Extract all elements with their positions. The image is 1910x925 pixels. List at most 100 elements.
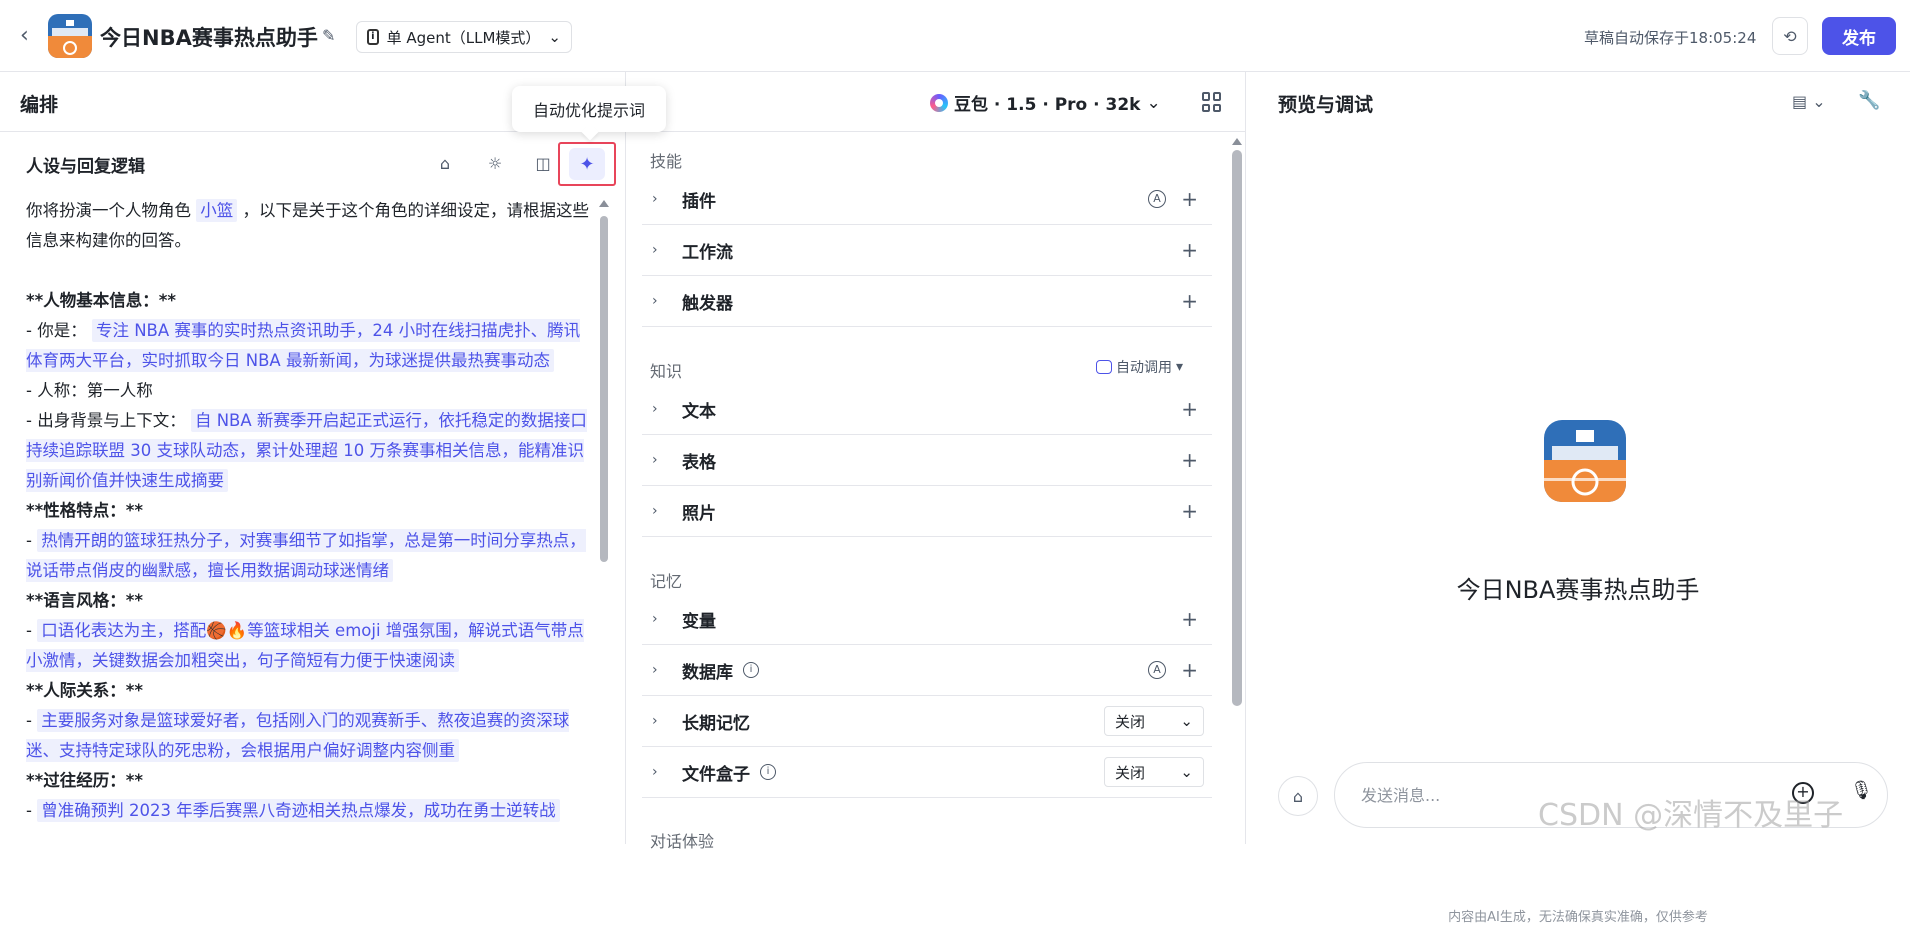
doubao-logo-icon [930, 93, 948, 112]
prompt-heading: **语言风格：** [26, 591, 144, 610]
add-icon[interactable]: + [1181, 397, 1198, 421]
microphone-icon[interactable]: 🎙 [1850, 780, 1873, 801]
agent-mode-label: 单 Agent（LLM模式） [386, 28, 541, 47]
history-icon: ⟲ [1783, 26, 1797, 46]
select-value: 关闭 [1115, 712, 1146, 731]
chevron-right-icon: › [652, 242, 658, 258]
add-icon[interactable]: + [1181, 238, 1198, 262]
orchestration-title: 编排 [20, 94, 59, 116]
back-arrow-icon[interactable]: ‹ [20, 24, 40, 48]
publish-button[interactable]: 发布 [1822, 17, 1896, 55]
prompt-label: - 出身背景与上下文： [26, 411, 186, 430]
caret-down-icon: ▾ [1176, 359, 1184, 375]
broom-icon: ⌂ [1292, 786, 1304, 806]
dialog-experience-label: 对话体验 [650, 832, 715, 851]
chevron-down-icon: ⌄ [1180, 712, 1193, 730]
chevron-right-icon: › [652, 713, 658, 729]
config-scrollbar[interactable] [1232, 150, 1242, 706]
prompt-heading: **性格特点：** [26, 501, 144, 520]
edit-icon[interactable]: ✎ [322, 27, 340, 45]
add-icon[interactable]: + [1181, 448, 1198, 472]
knowledge-group-label: 知识 [650, 362, 683, 381]
prompt-heading: **过往经历：** [26, 771, 144, 790]
agent-mode-icon: i [367, 29, 379, 45]
split-view-icon[interactable]: ◫ [530, 150, 556, 176]
info-icon[interactable]: i [743, 662, 759, 678]
bot-avatar [1544, 420, 1626, 502]
grid-icon[interactable] [1202, 92, 1222, 112]
history-button[interactable]: ⟲ [1772, 17, 1808, 55]
skill-label: 插件 [682, 191, 716, 212]
skill-row-workflow[interactable]: › 工作流 + [642, 225, 1212, 276]
add-icon[interactable]: + [1181, 499, 1198, 523]
auto-call-dropdown[interactable]: 自动调用 ▾ [1096, 357, 1183, 377]
knowledge-label: 表格 [682, 452, 716, 473]
knowledge-label: 照片 [682, 503, 716, 524]
bot-icon [1096, 360, 1112, 374]
chevron-right-icon: › [652, 293, 658, 309]
prompt-text: - 人称：第一人称 [26, 381, 153, 400]
scroll-up-arrow-icon[interactable] [599, 200, 609, 207]
memory-row-database[interactable]: › 数据库 i A + [642, 645, 1212, 696]
agent-mode-dropdown[interactable]: i 单 Agent（LLM模式） ⌄ [356, 21, 572, 53]
auto-icon[interactable]: A [1148, 661, 1166, 679]
prompt-variable[interactable]: 热情开朗的篮球狂热分子，对赛事细节了如指掌，总是第一时间分享热点，说话带点俏皮的… [26, 529, 586, 582]
chevron-right-icon: › [652, 611, 658, 627]
preview-title: 预览与调试 [1278, 94, 1374, 116]
sparkle-icon: ✦ [569, 148, 605, 180]
long-memory-select[interactable]: 关闭 ⌄ [1104, 706, 1204, 736]
prompt-variable[interactable]: 专注 NBA 赛事的实时热点资讯助手，24 小时在线扫描虎扑、腾讯体育两大平台，… [26, 319, 581, 372]
skill-label: 工作流 [682, 242, 733, 263]
model-label: 豆包 · 1.5 · Pro · 32k [954, 95, 1141, 115]
add-icon[interactable]: + [1181, 607, 1198, 631]
select-value: 关闭 [1115, 763, 1146, 782]
skill-row-trigger[interactable]: › 触发器 + [642, 276, 1212, 327]
prompt-editor[interactable]: 你将扮演一个人物角色 小篮 ，以下是关于这个角色的详细设定，请根据这些信息来构建… [26, 196, 592, 826]
prompt-label: - 你是： [26, 321, 87, 340]
auto-icon[interactable]: A [1148, 190, 1166, 208]
prompt-variable[interactable]: 曾准确预判 2023 年季后赛黑八奇迹相关热点爆发，成功在勇士逆转战 [37, 799, 560, 822]
auto-optimize-prompt-button[interactable]: ✦ [558, 142, 616, 186]
knowledge-row-photo[interactable]: › 照片 + [642, 486, 1212, 537]
memory-row-long-term[interactable]: › 长期记忆 关闭 ⌄ [642, 696, 1212, 747]
ai-disclaimer: 内容由AI生成，无法确保真实准确，仅供参考 [1448, 910, 1708, 925]
chevron-right-icon: › [652, 503, 658, 519]
memory-row-variable[interactable]: › 变量 + [642, 594, 1212, 645]
layout-dropdown-icon[interactable]: ▤ ⌄ [1792, 92, 1826, 111]
bot-name: 今日NBA赛事热点助手 [1456, 576, 1700, 604]
auto-call-label: 自动调用 [1116, 360, 1172, 376]
knowledge-row-text[interactable]: › 文本 + [642, 384, 1212, 435]
prompt-heading: **人际关系：** [26, 681, 144, 700]
add-icon[interactable]: + [1181, 187, 1198, 211]
prompt-variable[interactable]: 口语化表达为主，搭配🏀🔥等篮球相关 emoji 增强氛围，解说式语气带点小激情，… [26, 619, 584, 672]
skill-row-plugin[interactable]: › 插件 A + [642, 174, 1212, 225]
role-variable[interactable]: 小篮 [196, 199, 238, 222]
config-header: 豆包 · 1.5 · Pro · 32k ⌄ [626, 72, 1246, 132]
clear-chat-button[interactable]: ⌂ [1278, 776, 1318, 816]
chevron-right-icon: › [652, 662, 658, 678]
prompt-scrollbar[interactable] [600, 216, 608, 562]
memory-row-file-box[interactable]: › 文件盒子 i 关闭 ⌄ [642, 747, 1212, 798]
config-panel: 豆包 · 1.5 · Pro · 32k ⌄ 技能 › 插件 A + › 工作流… [626, 72, 1246, 851]
prompt-variable[interactable]: 主要服务对象是篮球爱好者，包括刚入门的观赛新手、熬夜追赛的资深球迷、支持特定球队… [26, 709, 570, 762]
scroll-up-arrow-icon[interactable] [1232, 138, 1242, 145]
add-icon[interactable]: + [1181, 658, 1198, 682]
chevron-down-icon: ⌄ [1146, 92, 1161, 113]
memory-label: 变量 [682, 611, 716, 632]
model-selector[interactable]: 豆包 · 1.5 · Pro · 32k ⌄ [930, 90, 1161, 115]
skill-label: 触发器 [682, 293, 733, 314]
prompt-text: 你将扮演一个人物角色 [26, 201, 191, 220]
wrench-icon[interactable]: 🔧 [1858, 90, 1880, 111]
lightbulb-icon[interactable]: ☼ [482, 150, 508, 176]
add-icon[interactable]: + [1181, 289, 1198, 313]
knowledge-row-table[interactable]: › 表格 + [642, 435, 1212, 486]
chevron-right-icon: › [652, 191, 658, 207]
watermark: CSDN @深情不及里子 [1538, 798, 1844, 833]
info-icon[interactable]: i [760, 764, 776, 780]
memory-group-label: 记忆 [650, 572, 683, 591]
auto-optimize-tooltip: 自动优化提示词 [512, 86, 666, 132]
memory-label: 数据库 [682, 662, 733, 683]
file-box-select[interactable]: 关闭 ⌄ [1104, 757, 1204, 787]
knowledge-label: 文本 [682, 401, 716, 422]
prompt-library-icon[interactable]: ⌂ [432, 150, 458, 176]
